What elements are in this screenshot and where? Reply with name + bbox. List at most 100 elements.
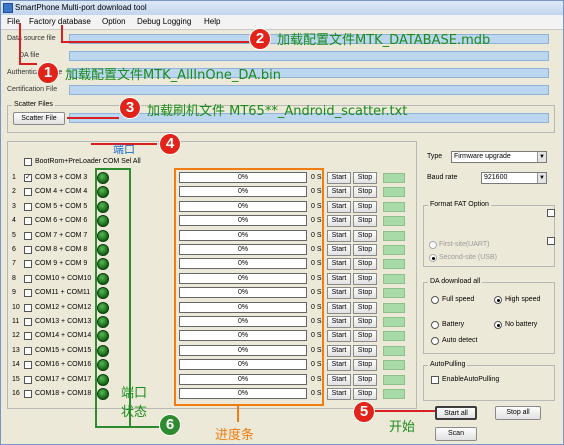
- port-checkbox[interactable]: [24, 260, 32, 269]
- row-stop-button[interactable]: Stop: [353, 287, 377, 300]
- port-checkbox[interactable]: [24, 274, 32, 283]
- row-start-button[interactable]: Start: [327, 244, 351, 256]
- da-file-field[interactable]: [69, 51, 549, 61]
- format-fat-checkbox-2[interactable]: [547, 237, 555, 245]
- start-all-button[interactable]: Start all: [435, 406, 477, 420]
- second-site-radio[interactable]: [429, 254, 437, 262]
- annotation-text-1: 加载配置文件MTK_AllInOne_DA.bin: [65, 68, 282, 83]
- row-stop-button[interactable]: Stop: [353, 215, 377, 228]
- row-start-button[interactable]: Start: [327, 258, 351, 271]
- row-stop-button[interactable]: Stop: [353, 388, 377, 400]
- pointer-line-5: [375, 410, 435, 412]
- stop-all-button[interactable]: Stop all: [495, 406, 541, 420]
- row-result-indicator: [383, 173, 405, 183]
- row-stop-button[interactable]: Stop: [353, 229, 377, 242]
- row-stop-button[interactable]: Stop: [353, 186, 377, 199]
- row-number: 4: [12, 217, 16, 225]
- app-window: SmartPhone Multi-port download tool File…: [0, 0, 564, 445]
- no-battery-label: No battery: [505, 321, 538, 328]
- type-label: Type: [427, 153, 443, 160]
- port-checkbox[interactable]: [24, 217, 32, 226]
- row-stop-button[interactable]: Stop: [353, 316, 377, 328]
- row-result-indicator: [383, 331, 405, 342]
- row-stop-button[interactable]: Stop: [353, 172, 377, 184]
- menu-file[interactable]: File: [7, 17, 20, 26]
- port-checkbox[interactable]: [24, 289, 32, 298]
- port-checkbox[interactable]: [24, 346, 32, 355]
- row-stop-button[interactable]: Stop: [353, 272, 377, 285]
- row-result-indicator: [383, 187, 405, 198]
- port-checkbox[interactable]: [24, 246, 32, 254]
- title-bar: SmartPhone Multi-port download tool: [1, 1, 563, 15]
- row-start-button[interactable]: Start: [327, 287, 351, 300]
- auto-detect-radio[interactable]: [431, 337, 439, 345]
- da-file-label: DA file: [19, 52, 40, 59]
- row-start-button[interactable]: Start: [327, 388, 351, 400]
- first-site-label: First-site(UART): [439, 241, 490, 248]
- row-stop-button[interactable]: Stop: [353, 258, 377, 271]
- row-start-button[interactable]: Start: [327, 373, 351, 386]
- baud-rate-label: Baud rate: [427, 174, 458, 181]
- port-checkbox[interactable]: [24, 361, 32, 370]
- enable-autopulling-checkbox[interactable]: [431, 376, 439, 384]
- menu-debug-logging[interactable]: Debug Logging: [137, 17, 191, 26]
- row-stop-button[interactable]: Stop: [353, 200, 377, 213]
- row-stop-button[interactable]: Stop: [353, 344, 377, 357]
- port-checkbox[interactable]: [24, 318, 32, 326]
- row-start-button[interactable]: Start: [327, 172, 351, 184]
- port-label: COM 8 + COM 8: [35, 246, 88, 253]
- row-start-button[interactable]: Start: [327, 215, 351, 228]
- menu-help[interactable]: Help: [204, 17, 220, 26]
- row-number: 1: [12, 174, 16, 181]
- battery-radio[interactable]: [431, 321, 439, 329]
- menu-bar: File Factory database Option Debug Loggi…: [1, 15, 563, 30]
- row-start-button[interactable]: Start: [327, 359, 351, 372]
- scatter-files-title: Scatter Files: [12, 101, 55, 108]
- row-stop-button[interactable]: Stop: [353, 359, 377, 372]
- port-checkbox[interactable]: [24, 375, 32, 384]
- row-start-button[interactable]: Start: [327, 272, 351, 285]
- port-label: COM14 + COM14: [35, 332, 92, 340]
- menu-factory-database[interactable]: Factory database: [29, 17, 91, 26]
- row-result-indicator: [383, 201, 405, 212]
- row-start-button[interactable]: Start: [327, 186, 351, 199]
- row-start-button[interactable]: Start: [327, 344, 351, 357]
- port-checkbox[interactable]: [24, 202, 32, 211]
- row-start-button[interactable]: Start: [327, 200, 351, 213]
- port-checkbox[interactable]: ✓: [24, 174, 32, 182]
- full-speed-radio[interactable]: [431, 296, 439, 304]
- port-checkbox[interactable]: [24, 231, 32, 240]
- menu-option[interactable]: Option: [102, 17, 126, 26]
- select-all-checkbox[interactable]: [24, 158, 32, 166]
- row-number: 9: [12, 289, 16, 297]
- port-checkbox[interactable]: [24, 188, 32, 197]
- first-site-radio[interactable]: [429, 241, 437, 249]
- port-checkbox[interactable]: [24, 332, 32, 341]
- scan-button[interactable]: Scan: [435, 427, 477, 441]
- port-label: COM13 + COM13: [35, 318, 92, 325]
- row-result-indicator: [383, 374, 405, 385]
- type-select[interactable]: Firmware upgrade ▼: [451, 151, 547, 163]
- port-checkbox[interactable]: [24, 390, 32, 398]
- row-start-button[interactable]: Start: [327, 330, 351, 343]
- row-stop-button[interactable]: Stop: [353, 373, 377, 386]
- format-fat-checkbox[interactable]: [547, 209, 555, 217]
- baud-rate-select[interactable]: 921600 ▼: [481, 172, 547, 184]
- port-label: COM15 + COM15: [35, 346, 92, 354]
- select-all-label: BootRom+PreLoader COM Sel All: [35, 158, 141, 165]
- no-battery-radio[interactable]: [494, 321, 502, 329]
- high-speed-radio[interactable]: [494, 296, 502, 304]
- row-stop-button[interactable]: Stop: [353, 301, 377, 314]
- row-start-button[interactable]: Start: [327, 229, 351, 242]
- row-stop-button[interactable]: Stop: [353, 330, 377, 343]
- row-number: 14: [12, 361, 20, 369]
- high-speed-label: High speed: [505, 296, 541, 303]
- row-start-button[interactable]: Start: [327, 316, 351, 328]
- row-start-button[interactable]: Start: [327, 301, 351, 314]
- scatter-file-button[interactable]: Scatter File: [13, 112, 65, 125]
- window-title: SmartPhone Multi-port download tool: [15, 3, 147, 12]
- certification-field[interactable]: [69, 85, 549, 95]
- full-speed-label: Full speed: [442, 296, 475, 303]
- port-checkbox[interactable]: [24, 303, 32, 312]
- row-stop-button[interactable]: Stop: [353, 244, 377, 256]
